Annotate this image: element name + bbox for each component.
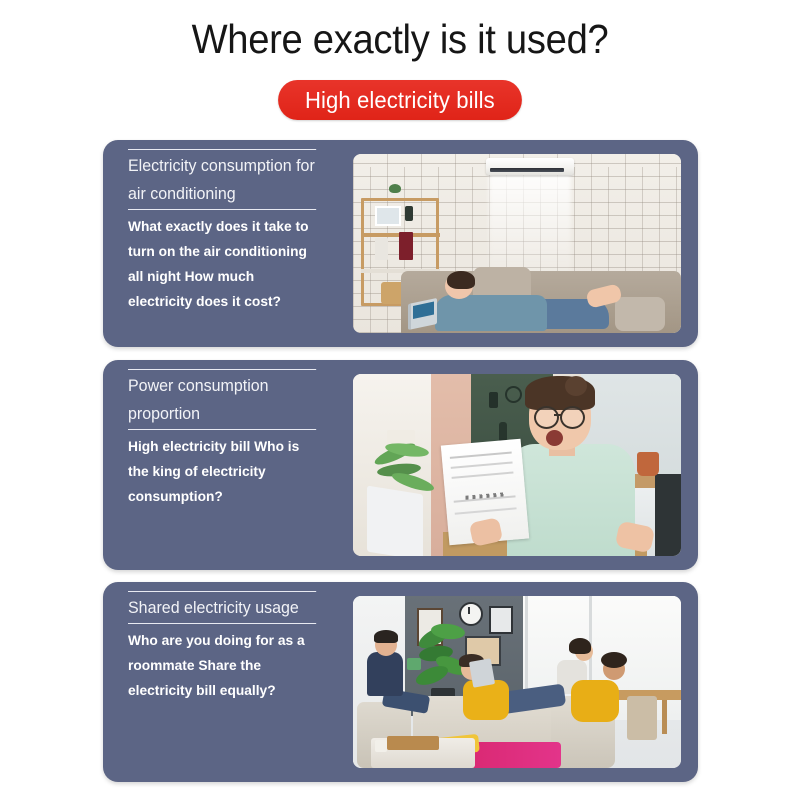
cup: [375, 740, 387, 752]
coffee-mug: [407, 658, 421, 670]
person-torso: [367, 652, 403, 696]
person-hair-bun: [565, 376, 587, 396]
photo-electricity-bill: [353, 374, 681, 556]
person-hair: [569, 638, 591, 654]
dining-chair: [627, 696, 657, 740]
wall-clock: [459, 602, 483, 626]
status-badge: High electricity bills: [278, 80, 522, 120]
vase: [405, 206, 413, 221]
sofa-cushion: [615, 297, 665, 331]
person-torso: [463, 680, 509, 720]
dark-appliance: [655, 474, 681, 556]
page-title: Where exactly is it used?: [191, 16, 609, 62]
person-torso: [435, 295, 547, 331]
eyeglasses-bridge: [554, 414, 562, 417]
infographic-page: Where exactly is it used? High electrici…: [0, 0, 800, 800]
photo-roommates: [353, 596, 681, 768]
person-torso: [571, 680, 619, 722]
photo-air-conditioning: [353, 154, 681, 333]
card-body-text: Who are you doing for as a roommate Shar…: [128, 633, 305, 699]
card-text-block: Electricity consumption for air conditio…: [128, 149, 328, 315]
tablet-device: [468, 658, 496, 688]
eyeglasses-lens: [534, 406, 559, 429]
table-leg: [662, 700, 667, 734]
card-shared-usage: Shared electricity usage Who are you doi…: [103, 582, 698, 782]
person-hair: [374, 630, 398, 643]
air-conditioner-unit: [486, 158, 574, 175]
laptop: [367, 485, 423, 556]
wall-object: [505, 386, 522, 403]
person-mouth: [546, 430, 563, 446]
card-heading: Electricity consumption for air conditio…: [128, 149, 317, 210]
shelf-plant: [389, 184, 401, 193]
framed-art: [489, 606, 513, 634]
eyeglasses-lens: [560, 406, 585, 429]
person-hair: [601, 652, 627, 668]
card-heading: Power consumption proportion: [128, 369, 317, 430]
shelf-box-white: [375, 238, 388, 260]
card-body-text: High electricity bill Who is the king of…: [128, 439, 300, 505]
picture-frame: [375, 206, 401, 226]
wooden-tray: [387, 736, 439, 750]
card-body-text: What exactly does it take to turn on the…: [128, 219, 309, 310]
badge-container: High electricity bills: [0, 80, 800, 120]
person-hair: [447, 271, 475, 289]
card-power-proportion: Power consumption proportion High electr…: [103, 360, 698, 570]
wall-object: [489, 392, 498, 408]
utensil-holder: [637, 452, 659, 476]
card-heading: Shared electricity usage: [128, 591, 317, 624]
card-text-block: Shared electricity usage Who are you doi…: [128, 591, 328, 704]
card-text-block: Power consumption proportion High electr…: [128, 369, 328, 510]
shelf-box-red: [399, 232, 413, 260]
card-air-conditioning: Electricity consumption for air conditio…: [103, 140, 698, 347]
